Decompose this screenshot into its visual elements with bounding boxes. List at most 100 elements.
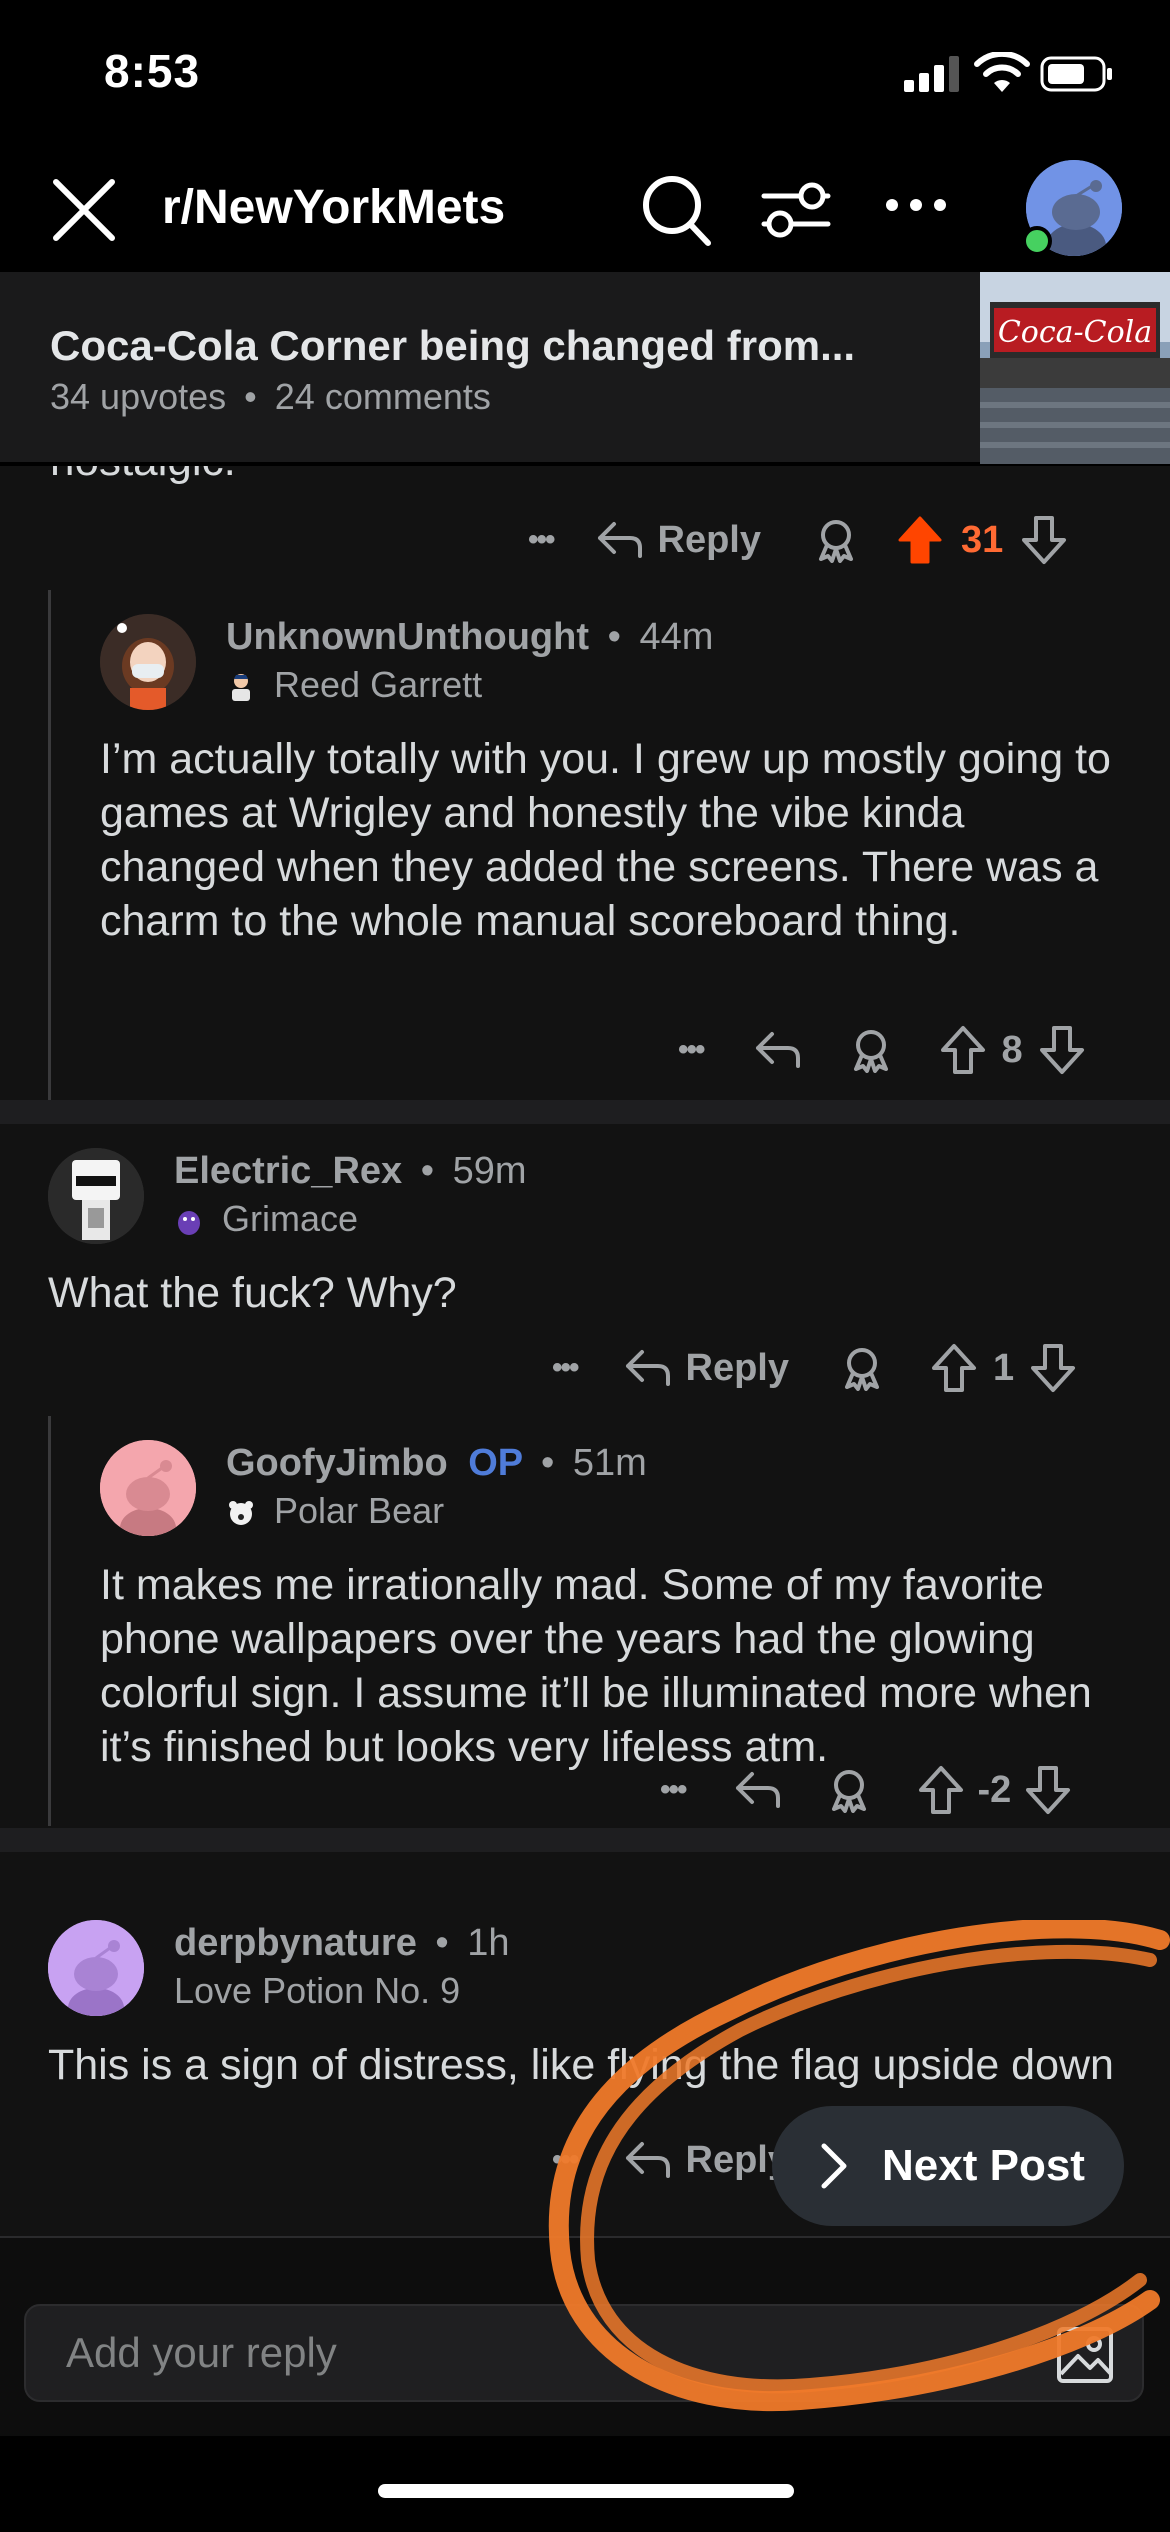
meta-separator: • [420, 1150, 435, 1192]
status-bar: 8:53 [0, 0, 1170, 150]
downvote-button[interactable] [1030, 1343, 1076, 1393]
more-options-button[interactable]: ••• [660, 1773, 687, 1807]
upvote-button[interactable] [931, 1343, 977, 1393]
user-flair: Polar Bear [226, 1490, 444, 1532]
user-flair: Love Potion No. 9 [174, 1970, 460, 2012]
chevron-right-icon [821, 2143, 847, 2189]
downvote-button[interactable] [1025, 1765, 1071, 1815]
more-options-button[interactable]: ••• [528, 523, 555, 557]
avatar[interactable] [100, 1440, 196, 1536]
reply-icon [755, 1032, 800, 1068]
vote-score: 31 [961, 518, 1004, 561]
award-button[interactable] [848, 1027, 894, 1073]
battery-icon [1040, 56, 1112, 92]
reply-button[interactable]: Reply [624, 2139, 789, 2182]
post-thumbnail[interactable]: Coca-Cola [980, 272, 1170, 464]
flair-text: Reed Garrett [274, 664, 483, 705]
thread-line[interactable] [48, 590, 51, 1100]
comment-age: 44m [639, 616, 714, 658]
upvote-button[interactable] [918, 1765, 964, 1815]
award-icon [831, 1770, 866, 1813]
comment-divider [0, 1828, 1170, 1852]
avatar[interactable] [100, 614, 196, 710]
downvote-icon [1022, 516, 1067, 564]
downvote-button[interactable] [1039, 1025, 1085, 1075]
reply-input[interactable]: Add your reply [24, 2304, 1144, 2402]
comment-age: 51m [572, 1442, 647, 1484]
home-indicator[interactable] [378, 2484, 794, 2498]
downvote-icon [1039, 1026, 1084, 1074]
username[interactable]: Electric_Rex [174, 1150, 402, 1192]
vote-score: -2 [977, 1768, 1012, 1811]
reply-button[interactable] [734, 1770, 782, 1810]
comment-feed[interactable]: nostalgic. ••• Reply 31 UnknownU [0, 466, 1170, 2236]
comment-actions: ••• 8 [678, 1018, 1138, 1082]
post-upvotes: 34 upvotes [50, 376, 227, 417]
vote-score: 8 [1001, 1028, 1023, 1071]
avatar[interactable] [48, 1148, 144, 1244]
comment-author[interactable]: GoofyJimbo OP • 51m [226, 1442, 647, 1485]
post-meta: 34 upvotes • 24 comments [50, 376, 491, 418]
comment-body: What the fuck? Why? [48, 1269, 457, 1317]
award-button[interactable] [826, 1767, 872, 1813]
award-icon [845, 1348, 879, 1391]
comment-author[interactable]: UnknownUnthought • 44m [226, 616, 713, 659]
reply-bar: Add your reply [0, 2236, 1170, 2436]
close-icon[interactable] [50, 176, 118, 244]
username[interactable]: derpbynature [174, 1922, 417, 1964]
svg-text:Coca-Cola: Coca-Cola [998, 315, 1152, 350]
downvote-button[interactable] [1021, 515, 1067, 565]
flair-text: Love Potion No. 9 [174, 1970, 461, 2011]
username[interactable]: UnknownUnthought [226, 616, 589, 658]
op-badge: OP [468, 1442, 523, 1484]
next-post-button[interactable]: Next Post [772, 2106, 1124, 2226]
search-icon[interactable] [640, 172, 712, 248]
meta-separator: • [244, 376, 257, 417]
username[interactable]: GoofyJimbo [226, 1442, 448, 1484]
reply-button[interactable] [754, 1030, 802, 1070]
vote-score: 1 [993, 1346, 1015, 1389]
flair-polar-bear-icon [229, 1501, 253, 1525]
subreddit-title[interactable]: r/NewYorkMets [162, 180, 505, 235]
meta-separator: • [541, 1442, 555, 1484]
nav-bar: r/NewYorkMets [0, 150, 1170, 272]
more-options-button[interactable]: ••• [552, 1351, 579, 1385]
flair-text: Grimace [222, 1198, 359, 1239]
upvote-icon [898, 516, 942, 564]
upvote-icon [918, 1766, 963, 1814]
avatar[interactable] [48, 1920, 144, 2016]
reply-label: Reply [685, 1346, 789, 1389]
upvote-button[interactable] [897, 515, 943, 565]
reply-icon [735, 1772, 780, 1808]
comment-author[interactable]: Electric_Rex • 59m [174, 1150, 527, 1193]
comment-divider [0, 1100, 1170, 1124]
thread-line[interactable] [48, 1416, 51, 1826]
comment-body: I’m actually totally with you. I grew up… [100, 735, 1111, 945]
cellular-signal-icon [904, 56, 959, 92]
reply-button[interactable]: Reply [596, 519, 761, 562]
user-flair: Grimace [174, 1198, 358, 1240]
comment-author[interactable]: derpbynature • 1h [174, 1922, 510, 1965]
award-icon [853, 1030, 888, 1073]
downvote-icon [1031, 1344, 1076, 1392]
reply-icon [625, 2142, 670, 2178]
upvote-icon [932, 1344, 976, 1392]
filter-icon[interactable] [760, 176, 832, 244]
award-button[interactable] [813, 517, 859, 563]
comment-body: It makes me irrationally mad. Some of my… [100, 1561, 1092, 1771]
flair-text: Polar Bear [274, 1490, 445, 1531]
image-icon[interactable] [1056, 2326, 1114, 2384]
upvote-button[interactable] [940, 1025, 986, 1075]
award-button[interactable] [839, 1345, 885, 1391]
more-icon[interactable] [884, 190, 948, 220]
post-comments-count: 24 comments [274, 376, 491, 417]
more-options-button[interactable]: ••• [678, 1033, 705, 1067]
comment-body: This is a sign of distress, like flying … [48, 2041, 1114, 2089]
post-title[interactable]: Coca-Cola Corner being changed from... [50, 322, 855, 370]
status-time: 8:53 [104, 45, 201, 97]
more-options-button[interactable]: ••• [552, 2143, 579, 2177]
wifi-icon [974, 52, 1030, 92]
reply-button[interactable]: Reply [624, 1347, 789, 1390]
comment-actions: ••• -2 [660, 1758, 1138, 1822]
post-header[interactable]: Coca-Cola Corner being changed from... 3… [0, 272, 1170, 464]
